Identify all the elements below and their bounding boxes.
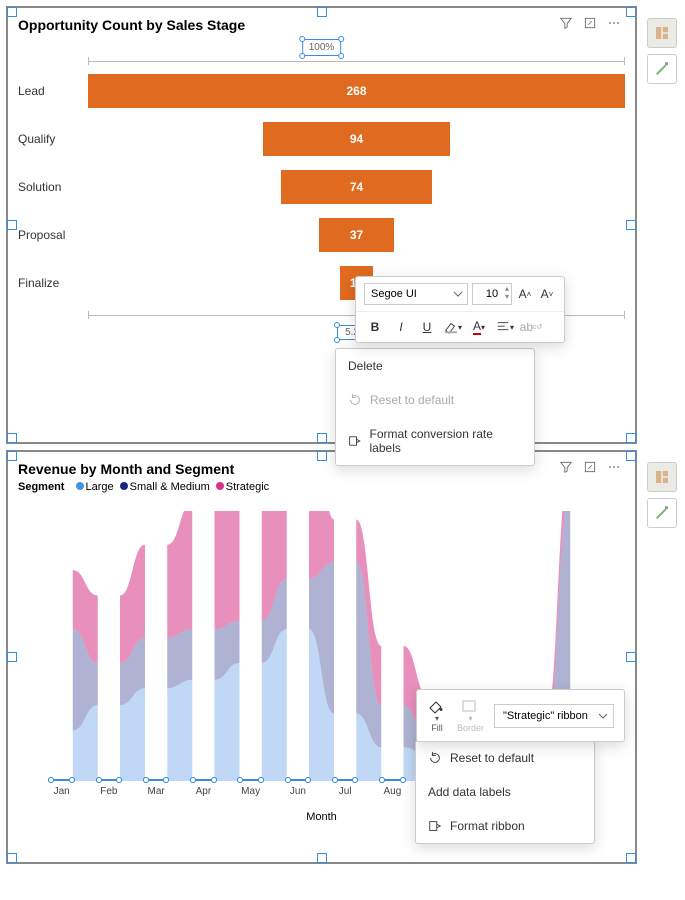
underline-button[interactable]: U [416,318,438,336]
funnel-chart-visual[interactable]: Opportunity Count by Sales Stage 100% Le… [6,6,637,444]
top-percent-label[interactable]: 100% [302,39,342,56]
data-pane-toggle[interactable] [647,18,677,48]
bar-segment[interactable] [381,779,404,781]
funnel-category-label: Solution [18,180,88,194]
more-options-icon[interactable] [607,16,621,33]
bar-segment[interactable] [334,779,357,781]
x-tick-label: Feb [85,786,132,797]
ctx-add-data-labels[interactable]: Add data labels [416,775,594,809]
funnel-row[interactable]: Qualify 94 [18,119,625,159]
more-options-icon[interactable] [607,460,621,477]
border-button: ▾ Border [457,698,484,733]
italic-button[interactable]: I [390,318,412,336]
bar-column[interactable] [239,779,262,781]
format-pane-toggle[interactable] [647,498,677,528]
ctx-delete[interactable]: Delete [336,349,534,383]
funnel-row[interactable]: Proposal 37 [18,215,625,255]
legend: Segment LargeSmall & MediumStrategic [18,481,625,493]
bar-column[interactable] [287,779,310,781]
align-button[interactable]: ▾ [494,318,516,336]
funnel-category-label: Qualify [18,132,88,146]
highlight-color-button[interactable]: ▾ [442,318,464,336]
x-tick-label: Apr [180,786,227,797]
bar-column[interactable] [192,779,215,781]
clear-format-button[interactable]: abc↺ [520,318,542,336]
funnel-category-label: Proposal [18,228,88,242]
x-tick-label: Jan [38,786,85,797]
x-tick-label: Jul [322,786,369,797]
chart-title: Opportunity Count by Sales Stage [18,17,245,33]
funnel-category-label: Lead [18,84,88,98]
bar-segment[interactable] [239,779,262,781]
bar-column[interactable] [98,779,121,781]
bar-column[interactable] [50,779,73,781]
funnel-row[interactable]: Solution 74 [18,167,625,207]
text-format-popup: Segoe UI 10 ▴▾ A˄ A˅ B I U ▾ A▾ ▾ abc↺ [355,276,565,343]
decrease-font-icon[interactable]: A˅ [538,285,556,303]
ctx-reset-default: Reset to default [336,383,534,417]
x-tick-label: May [227,786,274,797]
funnel-category-label: Finalize [18,276,88,290]
ribbon-series-select[interactable]: "Strategic" ribbon [494,704,614,728]
chart-title: Revenue by Month and Segment [18,461,234,477]
context-menu: Delete Reset to default Format conversio… [335,348,535,466]
x-tick-label: Mar [133,786,180,797]
bar-column[interactable] [145,779,168,781]
funnel-bar[interactable]: 94 [263,122,451,156]
funnel-row[interactable]: Lead268 [18,71,625,111]
increase-font-icon[interactable]: A˄ [516,285,534,303]
funnel-axis [88,57,625,65]
context-menu: Reset to default Add data labels Format … [415,740,595,844]
bold-button[interactable]: B [364,318,386,336]
font-color-button[interactable]: A▾ [468,318,490,336]
x-tick-label: Jun [274,786,321,797]
format-pane-toggle[interactable] [647,54,677,84]
ctx-format-labels[interactable]: Format conversion rate labels [336,417,534,465]
funnel-bar[interactable]: 37 [319,218,394,252]
focus-mode-icon[interactable] [583,16,597,33]
filter-icon[interactable] [559,16,573,33]
fill-border-popup: ▾ Fill ▾ Border "Strategic" ribbon [416,689,625,742]
ctx-format-ribbon[interactable]: Format ribbon [416,809,594,843]
font-family-select[interactable]: Segoe UI [364,283,468,305]
filter-icon[interactable] [559,460,573,477]
bar-segment[interactable] [192,779,215,781]
font-size-select[interactable]: 10 ▴▾ [472,283,512,305]
bar-segment[interactable] [50,779,73,781]
bar-segment[interactable] [287,779,310,781]
bar-segment[interactable] [98,779,121,781]
bar-column[interactable] [334,779,357,781]
fill-button[interactable]: ▾ Fill [427,698,447,733]
funnel-bar[interactable]: 268 [88,74,625,108]
data-pane-toggle[interactable] [647,462,677,492]
focus-mode-icon[interactable] [583,460,597,477]
bar-segment[interactable] [145,779,168,781]
x-tick-label: Aug [369,786,416,797]
ctx-reset-default[interactable]: Reset to default [416,741,594,775]
bar-column[interactable] [381,779,404,781]
funnel-bar[interactable]: 74 [281,170,431,204]
ribbon-chart-visual[interactable]: Revenue by Month and Segment Segment Lar… [6,450,637,864]
